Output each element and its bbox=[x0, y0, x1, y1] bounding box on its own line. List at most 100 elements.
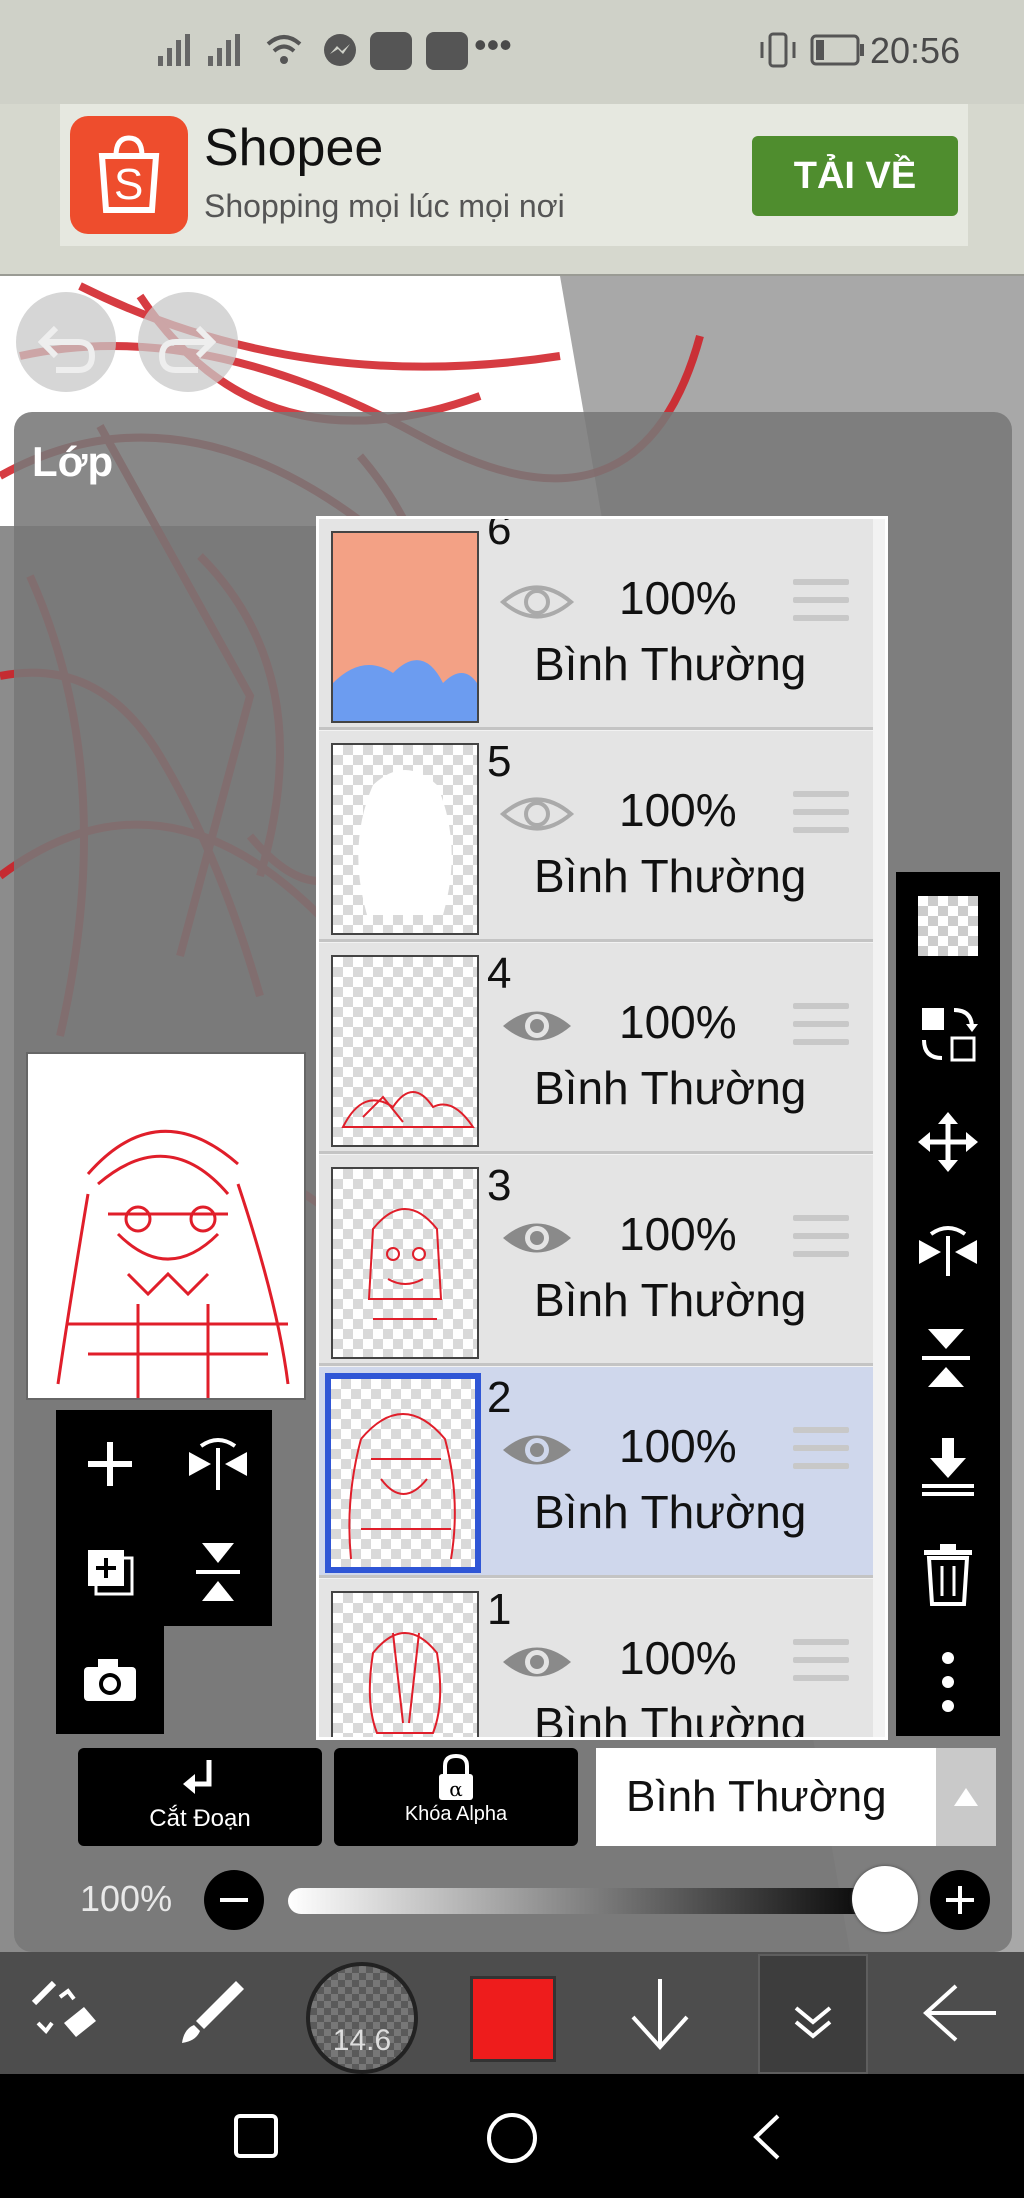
layer-number: 6 bbox=[487, 516, 512, 554]
layer-list[interactable]: 6 100% Bình Thường 5 100% Bình Thường 4 … bbox=[316, 516, 888, 1740]
swap-layer-button[interactable] bbox=[896, 980, 1000, 1088]
arrow-left-icon bbox=[923, 1984, 996, 2042]
flip-horizontal-right-button[interactable] bbox=[896, 1196, 1000, 1304]
camera-button[interactable] bbox=[56, 1626, 164, 1734]
system-nav-bar bbox=[0, 2074, 1024, 2198]
layer-row[interactable]: 1 100% Bình Thường bbox=[319, 1579, 873, 1740]
bottom-toolbar: 14.6 bbox=[0, 1952, 1024, 2074]
drag-handle-icon[interactable] bbox=[793, 1427, 849, 1475]
layer-row[interactable]: 3 100% Bình Thường bbox=[319, 1155, 873, 1366]
back-nav-icon[interactable] bbox=[748, 2112, 788, 2162]
layer-row-selected[interactable]: 2 100% Bình Thường bbox=[319, 1367, 873, 1578]
visibility-eye-icon[interactable] bbox=[499, 1001, 575, 1051]
blend-mode-select[interactable]: Bình Thường bbox=[596, 1748, 996, 1846]
thumbnail-art bbox=[333, 660, 477, 721]
transform-tool-button[interactable] bbox=[14, 1958, 114, 2068]
opacity-decrease-button[interactable] bbox=[204, 1870, 264, 1930]
layer-thumbnail bbox=[331, 1591, 479, 1737]
clipping-button[interactable]: Cắt Đoạn bbox=[78, 1748, 322, 1846]
checkerboard-icon bbox=[918, 896, 978, 956]
drag-handle-icon[interactable] bbox=[793, 1215, 849, 1263]
zalo-icon bbox=[426, 32, 468, 70]
clock: 20:56 bbox=[870, 30, 961, 71]
plus-icon bbox=[946, 1886, 974, 1914]
drag-handle-icon[interactable] bbox=[793, 579, 849, 627]
layer-row[interactable]: 6 100% Bình Thường bbox=[319, 519, 873, 730]
ad-title: Shopee bbox=[204, 119, 384, 177]
layer-down-button[interactable] bbox=[610, 1958, 710, 2068]
layer-thumbnail bbox=[325, 1373, 481, 1573]
layer-opacity: 100% bbox=[619, 1208, 737, 1260]
merge-down-button[interactable] bbox=[896, 1412, 1000, 1520]
visibility-eye-icon[interactable] bbox=[499, 1213, 575, 1263]
transform-eraser-icon bbox=[31, 1980, 96, 2037]
transparent-fill-button[interactable] bbox=[896, 872, 1000, 980]
visibility-eye-icon[interactable] bbox=[499, 577, 575, 627]
flip-horizontal-icon bbox=[919, 1226, 977, 1276]
more-notifications: ••• bbox=[474, 24, 512, 65]
blend-dropdown-toggle[interactable] bbox=[936, 1748, 996, 1846]
home-icon[interactable] bbox=[484, 2110, 540, 2166]
svg-text:α: α bbox=[449, 1777, 463, 1801]
thumbnail-art bbox=[358, 770, 452, 915]
undo-icon bbox=[37, 325, 96, 373]
thumbnail-art bbox=[341, 1091, 475, 1128]
blend-mode-value: Bình Thường bbox=[626, 1772, 887, 1821]
color-swatch-button[interactable] bbox=[470, 1976, 556, 2062]
drag-handle-icon[interactable] bbox=[793, 1003, 849, 1051]
layer-panel-toggle[interactable] bbox=[758, 1954, 868, 2074]
alpha-lock-label: Khóa Alpha bbox=[404, 1803, 508, 1825]
canvas-preview[interactable] bbox=[26, 1052, 306, 1400]
layer-thumbnail bbox=[331, 531, 479, 723]
recents-icon[interactable] bbox=[232, 2112, 280, 2160]
layer-number: 3 bbox=[487, 1161, 512, 1210]
layer-thumbnail bbox=[331, 955, 479, 1147]
layer-row[interactable]: 5 100% Bình Thường bbox=[319, 731, 873, 942]
double-chevron-down-icon bbox=[794, 2006, 832, 2039]
add-layer-button[interactable] bbox=[56, 1410, 164, 1518]
ad-banner[interactable]: S Shopee Shopping mọi lúc mọi nơi TẢI VỀ bbox=[60, 104, 968, 246]
opacity-slider-track[interactable] bbox=[288, 1888, 888, 1914]
more-options-button[interactable] bbox=[896, 1628, 1000, 1736]
move-button[interactable] bbox=[896, 1088, 1000, 1196]
ad-subtitle: Shopping mọi lúc mọi nơi bbox=[204, 188, 565, 224]
flip-horizontal-icon bbox=[189, 1438, 247, 1490]
layer-blend-mode: Bình Thường bbox=[534, 1062, 807, 1114]
back-button[interactable] bbox=[910, 1958, 1010, 2068]
delete-layer-button[interactable] bbox=[896, 1520, 1000, 1628]
redo-button[interactable] bbox=[138, 292, 238, 392]
layer-thumbnail bbox=[331, 1167, 479, 1359]
logo-letter: S bbox=[114, 160, 144, 209]
thumbnail-art bbox=[367, 1208, 443, 1320]
undo-button[interactable] bbox=[16, 292, 116, 392]
layer-row[interactable]: 4 100% Bình Thường bbox=[319, 943, 873, 1154]
flip-vertical-right-button[interactable] bbox=[896, 1304, 1000, 1412]
layer-blend-mode: Bình Thường bbox=[534, 1698, 807, 1740]
drag-handle-icon[interactable] bbox=[793, 1639, 849, 1687]
visibility-eye-icon[interactable] bbox=[499, 1425, 575, 1475]
flip-horizontal-button[interactable] bbox=[164, 1410, 272, 1518]
brush-size-value: 14.6 bbox=[332, 2024, 392, 2057]
signal-icon bbox=[158, 34, 240, 66]
opacity-increase-button[interactable] bbox=[930, 1870, 990, 1930]
visibility-eye-icon[interactable] bbox=[499, 1637, 575, 1687]
visibility-eye-icon[interactable] bbox=[499, 789, 575, 839]
app-icon bbox=[370, 32, 412, 70]
brush-tool-button[interactable] bbox=[160, 1958, 260, 2068]
brush-size-button[interactable]: 14.6 bbox=[306, 1962, 418, 2074]
trash-icon bbox=[924, 1544, 972, 1606]
drag-handle-icon[interactable] bbox=[793, 791, 849, 839]
layer-opacity: 100% bbox=[619, 572, 737, 624]
layer-side-toolbar bbox=[896, 872, 1000, 1736]
preview-sketch bbox=[56, 1130, 290, 1398]
layer-opacity: 100% bbox=[619, 1632, 737, 1684]
download-button[interactable]: TẢI VỀ bbox=[752, 136, 958, 216]
layer-blend-mode: Bình Thường bbox=[534, 638, 807, 690]
flip-vertical-button[interactable] bbox=[164, 1518, 272, 1626]
duplicate-layer-button[interactable] bbox=[56, 1518, 164, 1626]
layer-opacity: 100% bbox=[619, 996, 737, 1048]
alpha-lock-button[interactable]: α Khóa Alpha bbox=[334, 1748, 578, 1846]
layer-number: 5 bbox=[487, 737, 512, 786]
opacity-slider-thumb[interactable] bbox=[852, 1866, 918, 1932]
move-icon bbox=[918, 1112, 978, 1172]
